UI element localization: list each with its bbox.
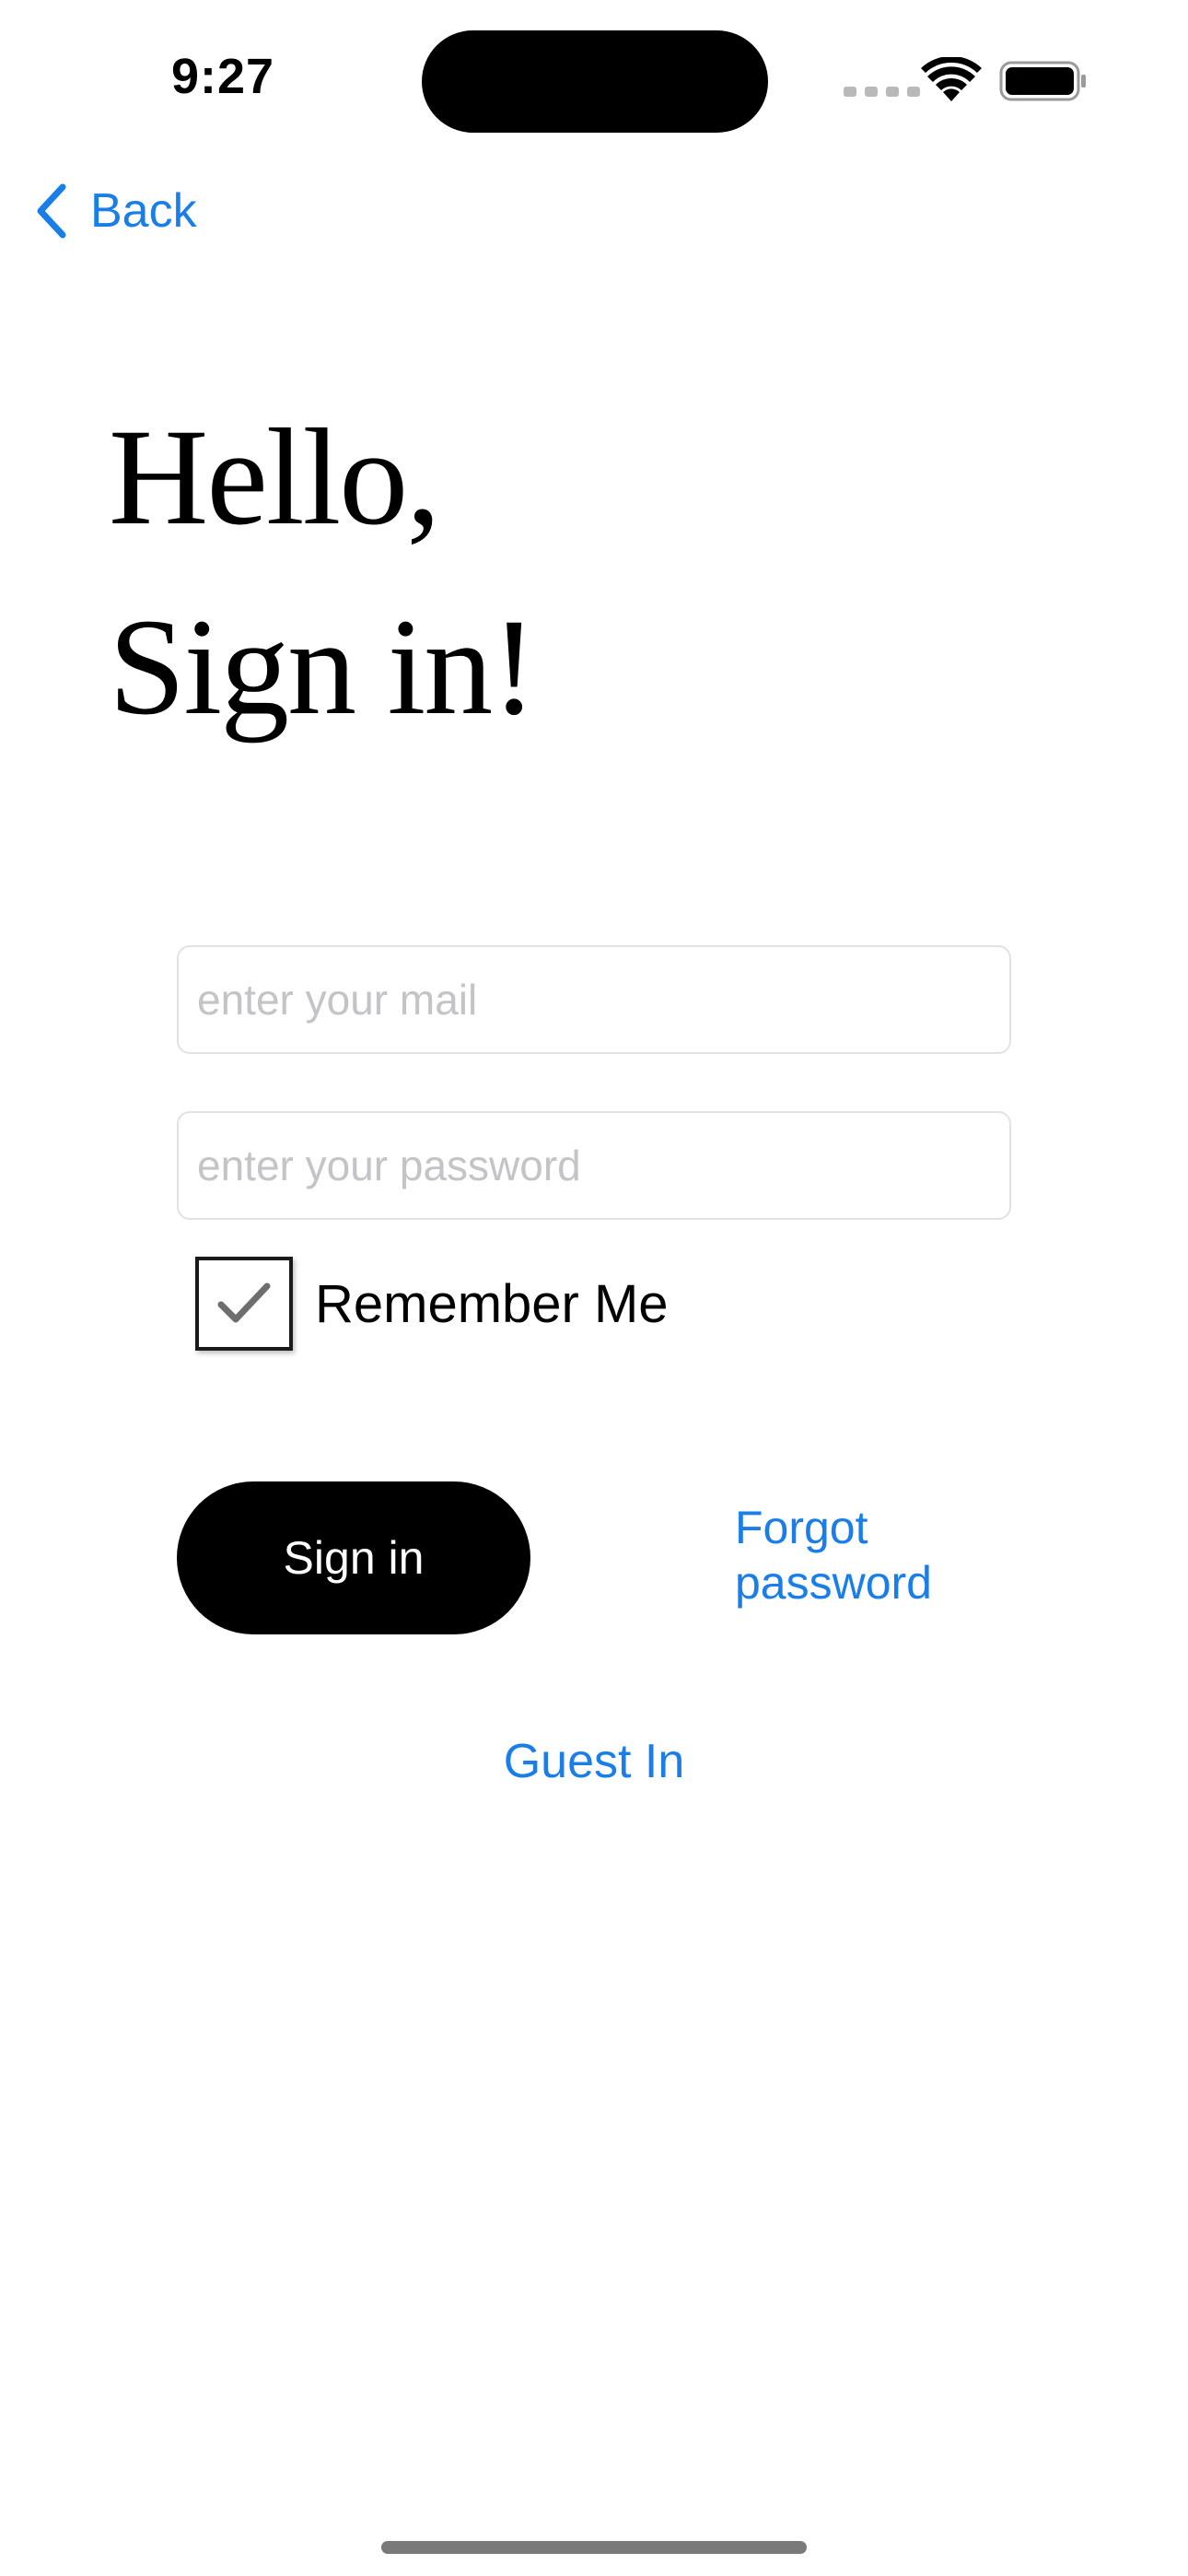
email-field[interactable] bbox=[179, 947, 1009, 1052]
sign-in-button[interactable]: Sign in bbox=[177, 1481, 530, 1634]
forgot-password-link[interactable]: Forgot password bbox=[735, 1500, 974, 1610]
title-line-signin: Sign in! bbox=[109, 591, 537, 744]
forgot-password-line1: Forgot bbox=[735, 1502, 868, 1553]
remember-me-row: Remember Me bbox=[195, 1257, 669, 1351]
email-field-container bbox=[177, 945, 1011, 1054]
status-time: 9:27 bbox=[171, 49, 275, 104]
page-title: Hello, Sign in! bbox=[109, 382, 537, 762]
wifi-icon bbox=[921, 57, 982, 101]
home-indicator[interactable] bbox=[381, 2541, 807, 2554]
title-line-greeting: Hello, bbox=[109, 401, 441, 554]
remember-me-label: Remember Me bbox=[315, 1273, 669, 1334]
remember-me-checkbox[interactable] bbox=[195, 1257, 293, 1351]
back-label: Back bbox=[90, 184, 197, 238]
back-button[interactable]: Back bbox=[33, 179, 197, 243]
chevron-left-icon bbox=[37, 183, 66, 239]
guest-in-link[interactable]: Guest In bbox=[0, 1734, 1188, 1789]
cellular-dots-icon bbox=[844, 87, 920, 97]
password-field-container bbox=[177, 1111, 1011, 1220]
forgot-password-line2: password bbox=[735, 1557, 932, 1609]
battery-icon bbox=[999, 61, 1086, 101]
password-field[interactable] bbox=[179, 1113, 1009, 1218]
checkmark-icon bbox=[217, 1282, 271, 1323]
dynamic-island bbox=[422, 30, 768, 133]
